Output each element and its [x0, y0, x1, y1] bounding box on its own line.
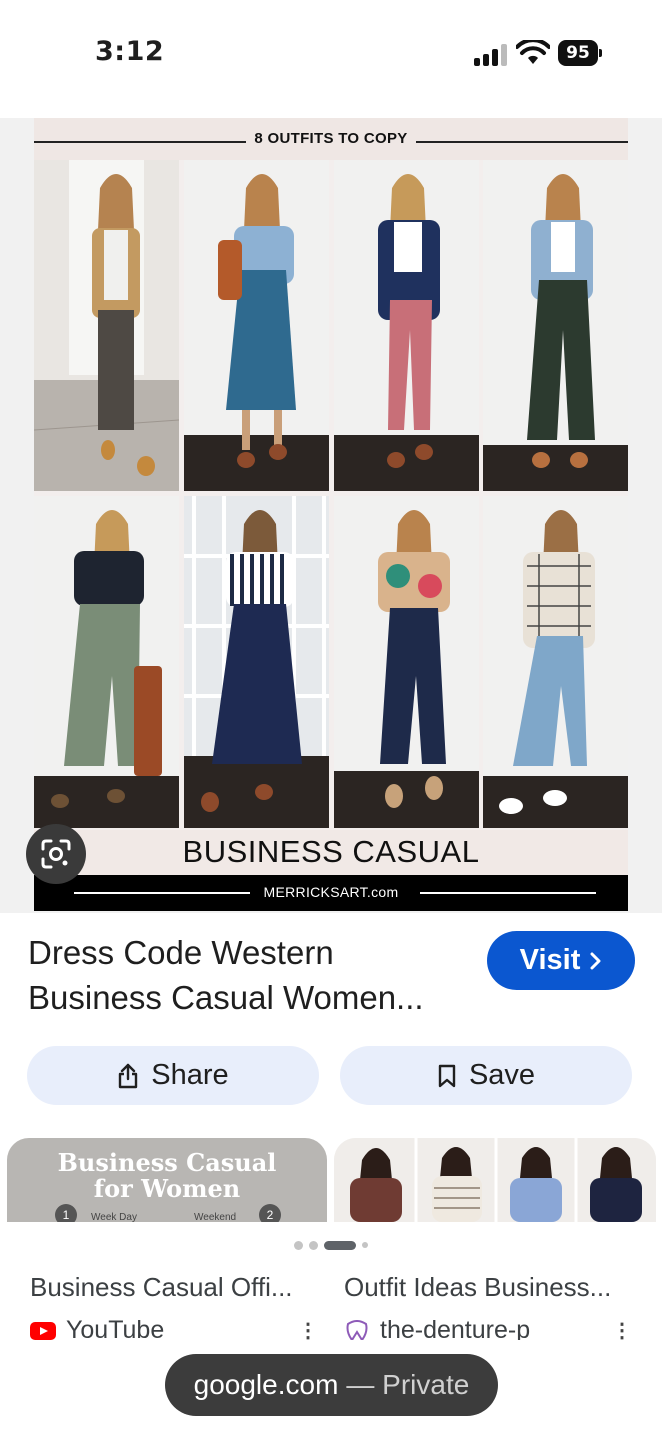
carousel-dots	[0, 1238, 662, 1252]
chevron-right-icon	[590, 952, 601, 969]
page: 3:12 95 8 OUTFITS TO COPY BUSINESS CASUA…	[0, 0, 662, 1440]
share-button[interactable]: Share	[27, 1046, 319, 1105]
outfit-photo-6	[184, 496, 329, 828]
outfit-photo-2	[184, 160, 329, 491]
outfit-photo-5	[34, 496, 179, 828]
collage-caption: BUSINESS CASUAL	[182, 834, 480, 869]
carousel-dot	[309, 1240, 318, 1250]
youtube-icon	[30, 1322, 56, 1340]
visit-button[interactable]: Visit	[487, 931, 635, 990]
share-label: Share	[151, 1059, 229, 1091]
related-caption-1[interactable]: Business Casual Offi...	[30, 1272, 312, 1303]
visit-label: Visit	[519, 944, 581, 976]
battery-level: 95	[566, 43, 590, 63]
collage-site-text: MERRICKSART.com	[263, 884, 399, 900]
related-thumbnail-2[interactable]	[334, 1138, 656, 1222]
collage-header-text: 8 OUTFITS TO COPY	[246, 130, 416, 147]
outfit-photo-1	[34, 160, 179, 491]
outfit-photo-4	[483, 160, 628, 491]
collage-header: 8 OUTFITS TO COPY	[34, 118, 628, 160]
related-thumbnail-1[interactable]: Business Casual for Women 1 Week Day Wee…	[7, 1138, 327, 1222]
related-source-1: YouTube	[30, 1316, 280, 1340]
related-source-2-label: the-denture-p	[380, 1316, 531, 1340]
battery-icon: 95	[558, 40, 602, 66]
result-title-line1: Dress Code Western	[28, 934, 334, 971]
outfit-photo-3	[334, 160, 479, 491]
related-thumb-label-left: Week Day	[91, 1212, 137, 1222]
save-button[interactable]: Save	[340, 1046, 632, 1105]
carousel-dot-active	[324, 1240, 356, 1250]
share-icon	[119, 1063, 138, 1088]
related-thumb-title-line2: for Women	[93, 1174, 241, 1203]
bookmark-icon	[438, 1064, 456, 1087]
outfit-photo-7	[334, 496, 479, 828]
outfit-photo-8	[483, 496, 628, 828]
lens-button[interactable]	[26, 824, 86, 884]
address-domain: google.com	[193, 1369, 339, 1400]
related-thumb-label-right: Weekend	[194, 1212, 237, 1222]
related-source-1-label: YouTube	[66, 1316, 165, 1340]
collage-site-bar: MERRICKSART.com	[34, 875, 628, 911]
cellular-signal-icon	[474, 44, 508, 66]
lens-icon	[41, 839, 71, 869]
related-thumb-number-1: 1	[55, 1204, 77, 1222]
related-thumb-photo	[334, 1138, 656, 1222]
related-thumb-number-2: 2	[259, 1204, 281, 1222]
address-private-label: — Private	[346, 1369, 470, 1400]
result-title[interactable]: Dress Code Western Business Casual Women…	[28, 930, 468, 1020]
carousel-dot	[294, 1240, 303, 1250]
carousel-dot	[362, 1242, 368, 1248]
status-time: 3:12	[95, 36, 165, 67]
related-source-2: the-denture-p	[344, 1316, 584, 1340]
result-title-line2: Business Casual Women...	[28, 979, 424, 1016]
related-thumb-title-line1: Business Casual	[57, 1148, 277, 1177]
save-label: Save	[468, 1059, 536, 1091]
wifi-icon	[515, 38, 551, 66]
tooth-icon	[346, 1320, 368, 1340]
status-bar: 3:12 95	[0, 0, 662, 110]
address-bar[interactable]: google.com — Private	[165, 1354, 498, 1416]
hero-image[interactable]: 8 OUTFITS TO COPY BUSINESS CASUAL MERRIC…	[34, 118, 628, 911]
related-caption-2[interactable]: Outfit Ideas Business...	[344, 1272, 634, 1303]
